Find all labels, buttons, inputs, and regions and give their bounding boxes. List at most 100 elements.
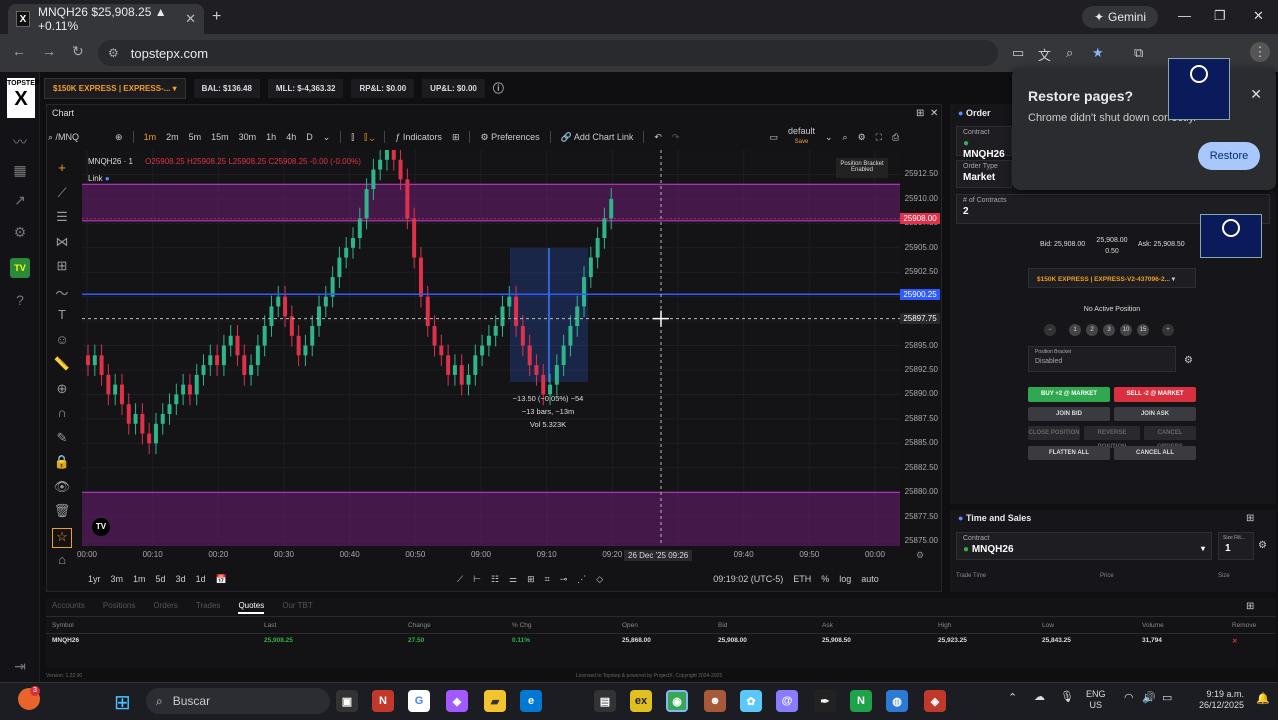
favorite-star-icon[interactable]: ☆ — [52, 527, 72, 548]
gear-icon[interactable]: ⚙ — [858, 132, 866, 143]
table-row[interactable]: MNQH26 25,908.25 27.50 0.11% 25,868.00 25,908… — [52, 637, 1252, 649]
symbol-search[interactable]: ⌕ /MNQ — [48, 132, 79, 143]
collapse-icon[interactable]: ⌂ — [52, 552, 72, 572]
price-axis[interactable]: 25912.5025910.0025907.5025905.0025902.50… — [900, 150, 942, 546]
bookmark-star-icon[interactable]: ★ — [1092, 45, 1104, 61]
extensions-icon[interactable]: ⧉ — [1134, 45, 1143, 61]
battery-icon[interactable]: ▭ — [1162, 693, 1172, 704]
timeframe-2m[interactable]: 2m — [166, 132, 179, 142]
column-header[interactable]: % Chg — [512, 622, 532, 629]
chart-time[interactable]: 09:19:02 (UTC-5) — [713, 574, 783, 584]
size-1-button[interactable]: 1 — [1069, 324, 1081, 336]
chevron-down-icon[interactable]: ⌄ — [323, 132, 331, 143]
windows-start-icon[interactable]: ⊞ — [114, 690, 131, 715]
tab-quotes[interactable]: Quotes — [238, 601, 265, 614]
layout-chevron-icon[interactable]: ⌄ — [825, 132, 833, 143]
trash-icon[interactable]: 🗑 — [52, 503, 72, 523]
compare-icon[interactable]: ⊕ — [115, 132, 123, 143]
site-info-icon[interactable]: ⚙ — [108, 46, 119, 60]
bar-type-icon[interactable]: ⫿ — [351, 132, 354, 143]
close-position-button[interactable]: CLOSE POSITION — [1028, 426, 1080, 440]
task-view-icon[interactable]: ▣ — [336, 690, 358, 712]
volume-icon[interactable]: 🔊 — [1142, 693, 1156, 704]
pencil-icon[interactable]: ✎ — [52, 430, 72, 450]
position-bracket-field[interactable]: Position Bracket Disabled — [1028, 346, 1176, 372]
size-minus-button[interactable]: − — [1044, 324, 1056, 336]
clock[interactable]: 9:19 a.m. 26/12/2025 — [1190, 689, 1244, 711]
ninjatrader-icon[interactable]: N — [850, 690, 872, 712]
tab-trades[interactable]: Trades — [196, 601, 221, 614]
preferences-button[interactable]: ⚙ Preferences — [480, 132, 539, 143]
url-bar[interactable]: ⚙ topstepx.com — [98, 40, 998, 66]
at-app-icon[interactable]: @ — [776, 690, 798, 712]
tray-cloud-icon[interactable]: ☁ — [1034, 692, 1045, 703]
trend-line-icon[interactable]: ⟋ — [52, 185, 72, 205]
tray-mic-icon[interactable]: 🎙 — [1060, 692, 1074, 703]
order-account-selector[interactable]: $150K EXPRESS | EXPRESS-V2-437096-2... ▾ — [1028, 268, 1196, 288]
back-icon[interactable]: ← — [12, 43, 26, 59]
rectangle-icon[interactable]: ⊞ — [527, 574, 535, 585]
size-15-button[interactable]: 15 — [1137, 324, 1149, 336]
time-axis[interactable]: 00:00 00:10 00:20 00:30 00:40 00:50 09:00 09:10… — [77, 548, 900, 562]
add-chart-link-button[interactable]: 🔗 Add Chart Link — [561, 132, 634, 143]
column-header[interactable]: Bid — [718, 622, 727, 629]
tab-positions[interactable]: Positions — [103, 601, 135, 614]
price-chart[interactable] — [82, 150, 900, 546]
folder-icon[interactable]: ▰ — [484, 690, 506, 712]
maximize-panel-icon[interactable]: ⊞ — [1246, 513, 1254, 524]
contract-field[interactable]: Contract ● MNQH26 — [956, 126, 1012, 160]
timeframe-1h[interactable]: 1h — [266, 132, 276, 142]
help-icon[interactable]: ? — [10, 292, 30, 312]
close-icon[interactable]: ✕ — [1250, 86, 1262, 103]
app-icon-dark-red[interactable]: ◈ — [924, 690, 946, 712]
templates-icon[interactable]: ⊞ — [452, 132, 460, 143]
tab-accounts[interactable]: Accounts — [52, 601, 85, 614]
text-icon[interactable]: T — [52, 307, 72, 327]
tradingview-icon[interactable]: TV — [10, 258, 30, 278]
range-1m[interactable]: 1m — [133, 574, 146, 584]
position-bracket-badge[interactable]: Position Bracket Enabled — [836, 158, 888, 178]
timeframe-1m[interactable]: 1m — [144, 132, 157, 142]
redo-icon[interactable]: ↷ — [672, 132, 680, 143]
taskbar-search[interactable]: ⌕ Buscar — [146, 688, 330, 714]
restore-button[interactable]: Restore — [1198, 142, 1260, 170]
maximize-panel-icon[interactable]: ⊞ — [1246, 601, 1254, 612]
sell-market-button[interactable]: SELL -2 @ MARKET — [1114, 387, 1196, 402]
zoom-icon[interactable]: ⌕ — [1066, 45, 1073, 61]
restore-window-icon[interactable]: ❐ — [1214, 8, 1226, 24]
horizontal-lines-icon[interactable]: ☰ — [52, 209, 72, 229]
drawing-app-icon[interactable]: ✒ — [814, 690, 836, 712]
reverse-position-button[interactable]: REVERSE POSITION — [1084, 426, 1140, 450]
auto-toggle[interactable]: auto — [861, 574, 879, 584]
lock-icon[interactable]: 🔒 — [52, 454, 72, 474]
shape-icon[interactable]: ◇ — [596, 574, 603, 585]
edge-icon[interactable]: e — [520, 690, 542, 712]
column-header[interactable]: Change — [408, 622, 431, 629]
notifications-icon[interactable]: 🔔 — [1256, 694, 1270, 705]
range-1yr[interactable]: 1yr — [88, 574, 101, 584]
column-header[interactable]: Remove — [1232, 622, 1256, 629]
join-bid-button[interactable]: JOIN BID — [1028, 407, 1110, 421]
copilot-icon[interactable]: ◆ — [446, 690, 468, 712]
google-icon[interactable]: G — [408, 690, 430, 712]
box-icon[interactable]: ⌗ — [545, 574, 550, 585]
range-1d[interactable]: 1d — [196, 574, 206, 584]
remove-row-icon[interactable]: ✕ — [1232, 637, 1237, 645]
column-header[interactable]: Volume — [1142, 622, 1164, 629]
hline-icon[interactable]: ⊸ — [560, 574, 568, 585]
translate-icon[interactable]: 文 — [1038, 45, 1051, 64]
eye-icon[interactable]: 👁 — [52, 479, 72, 499]
stats-icon[interactable]: ▦ — [10, 162, 30, 182]
range-3d[interactable]: 3d — [176, 574, 186, 584]
gemini-button[interactable]: ✦ Gemini — [1082, 6, 1158, 28]
logout-icon[interactable]: ⇥ — [10, 658, 30, 678]
buy-market-button[interactable]: BUY +2 @ MARKET — [1028, 387, 1110, 402]
app-icon-blue[interactable]: ✿ — [740, 690, 762, 712]
size-10-button[interactable]: 10 — [1120, 324, 1132, 336]
tray-chevron-icon[interactable]: ⌃ — [1008, 693, 1017, 704]
timeframe-4h[interactable]: 4h — [286, 132, 296, 142]
column-header[interactable]: Open — [622, 622, 638, 629]
indicators-button[interactable]: ƒ Indicators — [395, 132, 442, 142]
flatten-all-button[interactable]: FLATTEN ALL — [1028, 446, 1110, 460]
browser-tab[interactable]: X MNQH26 $25,908.25 ▲ +0.11% ✕ — [8, 4, 204, 34]
